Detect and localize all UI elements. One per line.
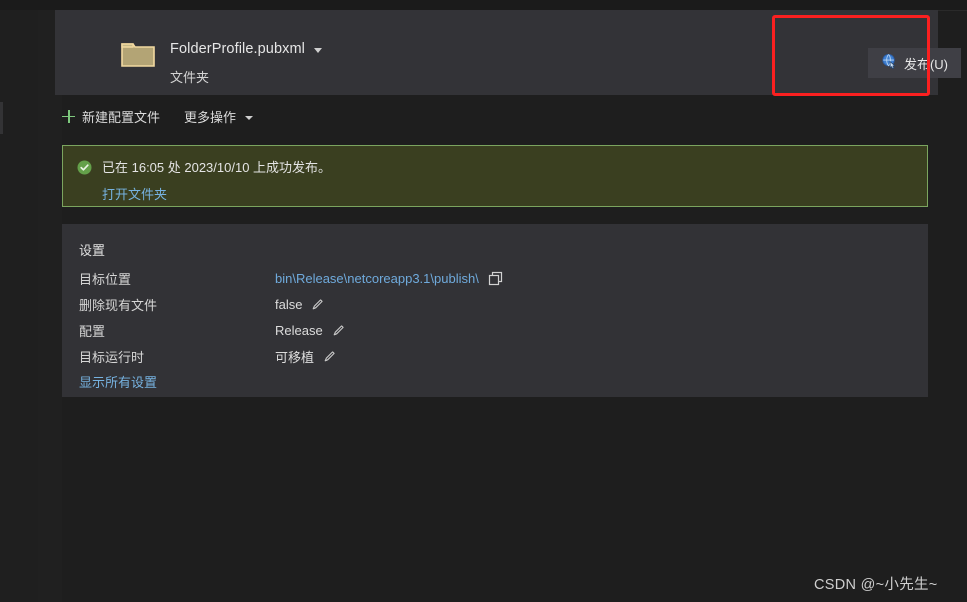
setting-row-target-runtime: 目标运行时 可移植 <box>79 344 909 368</box>
profile-title-row[interactable]: FolderProfile.pubxml <box>170 41 322 57</box>
setting-row-target-location: 目标位置 bin\Release\netcoreapp3.1\publish\ <box>79 266 909 290</box>
new-profile-label: 新建配置文件 <box>82 109 161 125</box>
publish-profile-header: FolderProfile.pubxml 文件夹 发布(U) <box>55 10 961 95</box>
setting-value-text: false <box>275 296 303 312</box>
show-all-settings-link[interactable]: 显示所有设置 <box>79 372 157 391</box>
setting-label: 目标运行时 <box>79 349 145 365</box>
pencil-icon[interactable] <box>332 323 346 337</box>
setting-row-configuration: 配置 Release <box>79 318 909 342</box>
more-actions-label: 更多操作 <box>184 109 237 125</box>
setting-value-text: Release <box>275 322 323 338</box>
setting-label: 目标位置 <box>79 271 132 287</box>
settings-panel: 设置 目标位置 bin\Release\netcoreapp3.1\publis… <box>62 224 928 397</box>
success-check-icon <box>77 160 92 175</box>
setting-value-delete-existing-files: false <box>275 297 325 312</box>
setting-value-target-location[interactable]: bin\Release\netcoreapp3.1\publish\ <box>275 271 503 286</box>
more-actions-button[interactable]: 更多操作 <box>184 107 254 126</box>
publish-success-banner: 已在 16:05 处 2023/10/10 上成功发布。 打开文件夹 <box>62 145 928 207</box>
chevron-down-icon[interactable] <box>313 48 322 53</box>
profile-type-label: 文件夹 <box>170 70 210 85</box>
left-gutter <box>38 10 62 602</box>
new-profile-button[interactable]: 新建配置文件 <box>62 107 160 126</box>
publish-button-label: 发布(U) <box>903 56 949 72</box>
setting-value-configuration: Release <box>275 323 346 338</box>
folder-icon <box>121 40 155 68</box>
publish-status-message: 已在 16:05 处 2023/10/10 上成功发布。 <box>102 160 332 175</box>
setting-label: 删除现有文件 <box>79 297 158 313</box>
settings-title: 设置 <box>79 243 106 258</box>
left-rail-edge-marker <box>0 102 3 134</box>
setting-value-target-runtime: 可移植 <box>275 347 337 366</box>
open-folder-link[interactable]: 打开文件夹 <box>102 184 167 203</box>
setting-value-text: bin\Release\netcoreapp3.1\publish\ <box>275 270 479 286</box>
setting-label: 配置 <box>79 323 106 339</box>
copy-icon[interactable] <box>488 271 503 286</box>
left-rail <box>0 10 38 602</box>
setting-value-text: 可移植 <box>275 349 315 365</box>
watermark: CSDN @~小先生~ <box>814 577 938 593</box>
command-bar: 新建配置文件 更多操作 <box>62 100 254 132</box>
setting-row-delete-existing-files: 删除现有文件 false <box>79 292 909 316</box>
publish-globe-icon <box>881 53 898 73</box>
chevron-down-icon <box>245 115 254 120</box>
publish-button[interactable]: 发布(U) <box>868 48 961 78</box>
pencil-icon[interactable] <box>311 297 325 311</box>
plus-icon <box>62 109 75 123</box>
settings-row-list: 目标位置 bin\Release\netcoreapp3.1\publish\ … <box>79 266 909 370</box>
profile-name: FolderProfile.pubxml <box>170 41 305 57</box>
pencil-icon[interactable] <box>323 349 337 363</box>
